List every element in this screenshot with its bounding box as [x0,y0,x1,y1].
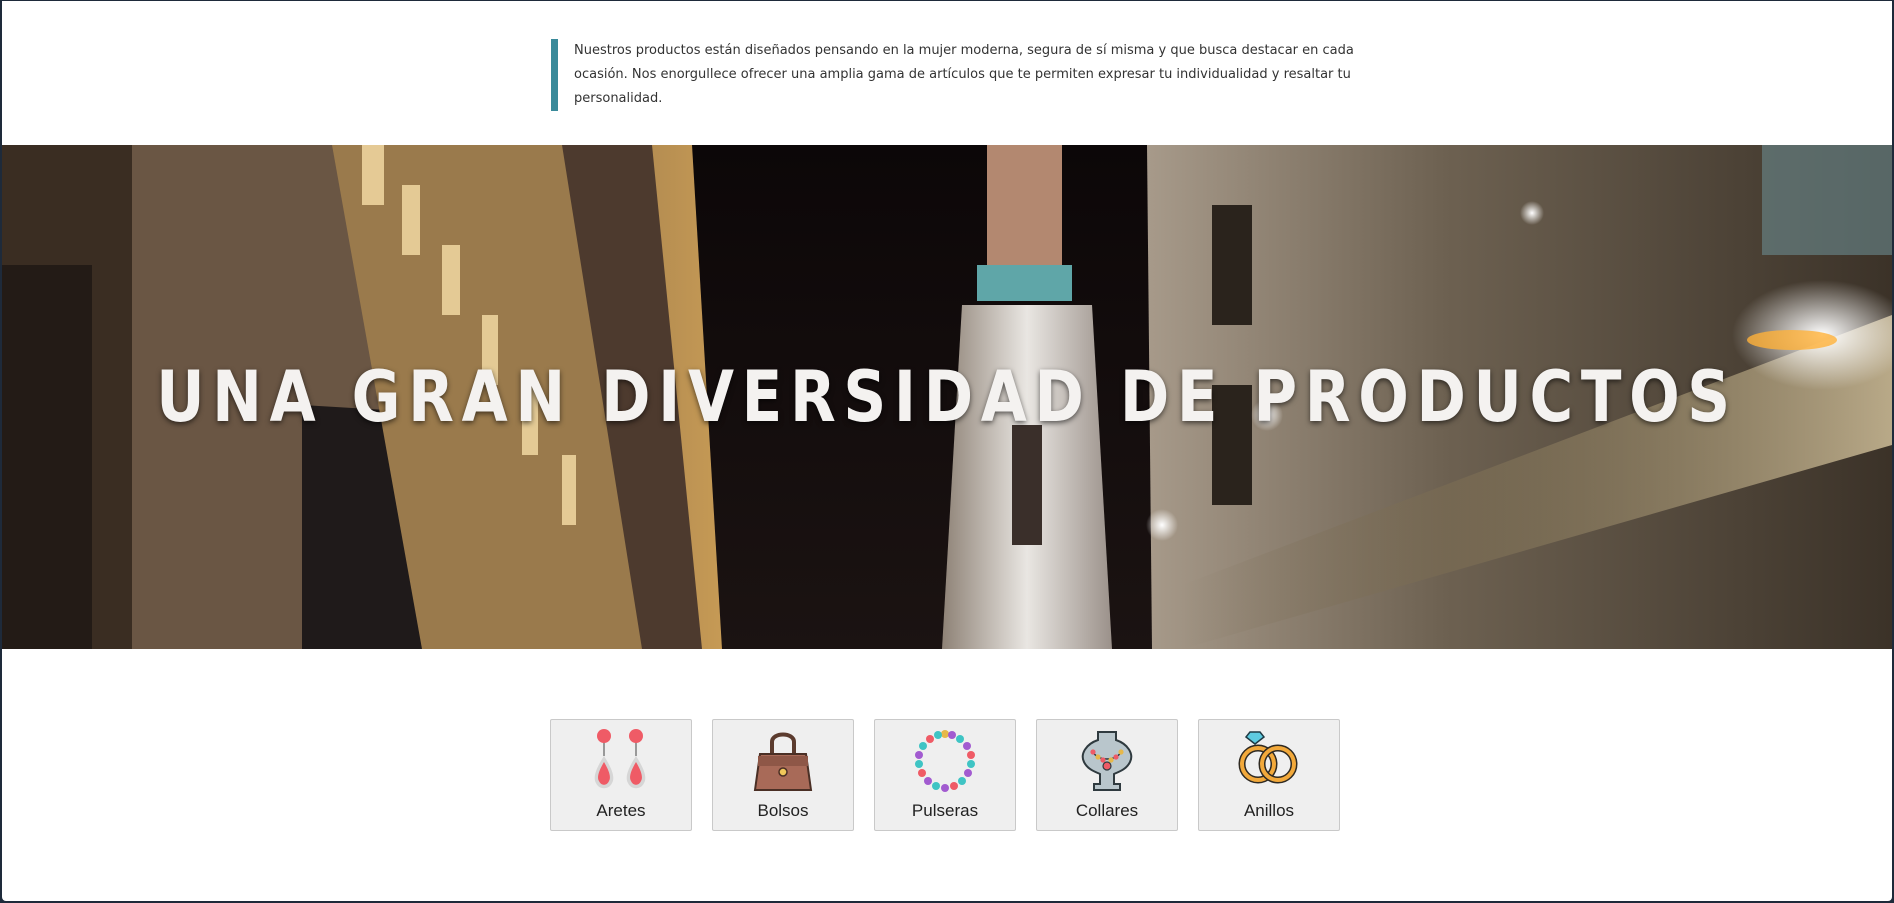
hero-banner: UNA GRAN DIVERSIDAD DE PRODUCTOS [2,145,1892,649]
category-label: Pulseras [911,801,979,820]
category-anillos[interactable]: Anillos [1198,719,1340,831]
intro-quote: Nuestros productos están diseñados pensa… [551,39,1394,111]
category-aretes[interactable]: Aretes [550,719,692,831]
bracelet-icon [915,730,975,792]
earrings-icon [594,729,646,789]
intro-text: Nuestros productos están diseñados pensa… [574,43,1354,106]
category-collares[interactable]: Collares [1036,719,1178,831]
category-label: Collares [1075,801,1139,820]
category-label: Aretes [596,801,646,820]
category-label: Anillos [1243,801,1295,820]
category-label: Bolsos [757,801,809,820]
necklace-icon [1081,731,1133,791]
rings-icon [1238,731,1298,784]
category-pulseras[interactable]: Pulseras [874,719,1016,831]
category-bolsos[interactable]: Bolsos [712,719,854,831]
category-list: Aretes Bolsos Pulseras Collares Anillos [550,719,1340,831]
hero-title: UNA GRAN DIVERSIDAD DE PRODUCTOS [156,356,1738,438]
handbag-icon [753,732,813,791]
page: Nuestros productos están diseñados pensa… [2,1,1892,901]
